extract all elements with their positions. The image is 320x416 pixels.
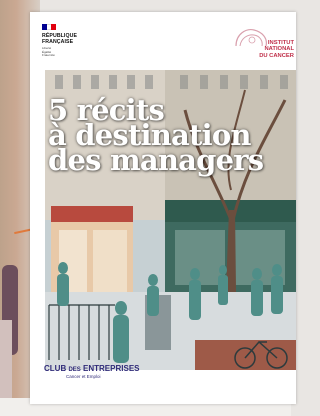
cover-title-line-3: des managers <box>48 143 264 177</box>
background-figure-lower <box>0 320 12 400</box>
brochure-cover[interactable]: RÉPUBLIQUE FRANÇAISE Liberté Égalité Fra… <box>30 12 296 404</box>
club-name-part3: ENTREPRISES <box>83 364 140 373</box>
institut-cancer-logo: INSTITUT NATIONAL DU CANCER <box>226 26 296 76</box>
republique-francaise-logo: RÉPUBLIQUE FRANÇAISE Liberté Égalité Fra… <box>42 24 102 58</box>
cover-illustration: 5 récits à destination des managers <box>45 70 296 370</box>
club-subtitle: Cancer et Emploi <box>66 374 101 379</box>
club-name: CLUB DES ENTREPRISES <box>44 364 140 373</box>
club-entreprises-logo: CLUB DES ENTREPRISES Cancer et Emploi <box>44 364 140 379</box>
institut-cancer-text: INSTITUT NATIONAL DU CANCER <box>259 40 294 59</box>
club-name-part2: DES <box>68 367 81 373</box>
cover-title: 5 récits à destination des managers <box>48 96 264 177</box>
marianne-flag-icon <box>42 24 57 30</box>
club-name-part1: CLUB <box>44 364 67 373</box>
republique-motto: Liberté Égalité Fraternité <box>42 46 55 58</box>
republique-francaise-text: RÉPUBLIQUE FRANÇAISE <box>42 33 78 45</box>
